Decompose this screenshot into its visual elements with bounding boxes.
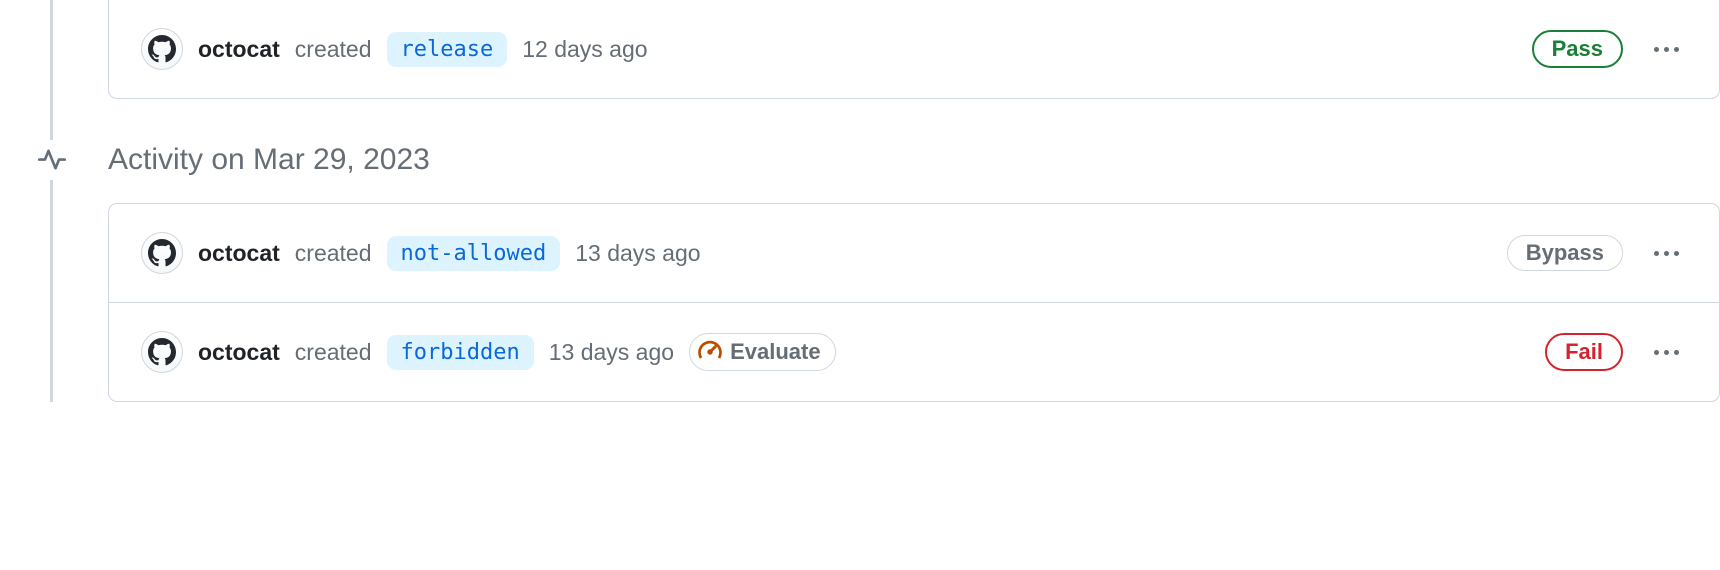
- gauge-icon: [698, 340, 722, 364]
- kebab-icon: [1664, 47, 1669, 52]
- row-actions: Bypass: [1507, 232, 1687, 274]
- kebab-menu-button[interactable]: [1645, 232, 1687, 274]
- kebab-icon: [1674, 350, 1679, 355]
- username-link[interactable]: octocat: [198, 339, 280, 366]
- kebab-icon: [1674, 47, 1679, 52]
- row-content: octocat created forbidden 13 days ago Ev…: [141, 331, 1545, 373]
- kebab-icon: [1654, 251, 1659, 256]
- row-content: octocat created release 12 days ago: [141, 28, 1532, 70]
- row-actions: Pass: [1532, 28, 1687, 70]
- activity-row: octocat created release 12 days ago Pass: [109, 0, 1719, 98]
- kebab-icon: [1664, 251, 1669, 256]
- activity-group: octocat created release 12 days ago Pass: [108, 0, 1720, 99]
- username-link[interactable]: octocat: [198, 240, 280, 267]
- status-badge-bypass: Bypass: [1507, 235, 1623, 271]
- avatar[interactable]: [141, 28, 183, 70]
- action-text: created: [295, 339, 372, 366]
- evaluate-label: Evaluate: [730, 339, 821, 365]
- kebab-icon: [1654, 350, 1659, 355]
- branch-tag[interactable]: forbidden: [387, 335, 534, 370]
- pulse-icon: [32, 140, 72, 180]
- activity-row: octocat created forbidden 13 days ago Ev…: [109, 303, 1719, 401]
- branch-tag[interactable]: release: [387, 32, 508, 67]
- kebab-icon: [1654, 47, 1659, 52]
- timestamp: 12 days ago: [522, 36, 647, 63]
- kebab-menu-button[interactable]: [1645, 28, 1687, 70]
- evaluate-badge[interactable]: Evaluate: [689, 333, 836, 371]
- activity-row: octocat created not-allowed 13 days ago …: [109, 204, 1719, 303]
- action-text: created: [295, 240, 372, 267]
- action-text: created: [295, 36, 372, 63]
- branch-tag[interactable]: not-allowed: [387, 236, 561, 271]
- status-badge-pass: Pass: [1532, 30, 1623, 68]
- timestamp: 13 days ago: [575, 240, 700, 267]
- status-badge-fail: Fail: [1545, 333, 1623, 371]
- timeline-line: [50, 0, 53, 402]
- row-actions: Fail: [1545, 331, 1687, 373]
- username-link[interactable]: octocat: [198, 36, 280, 63]
- date-header: Activity on Mar 29, 2023: [108, 143, 1720, 177]
- avatar[interactable]: [141, 331, 183, 373]
- avatar[interactable]: [141, 232, 183, 274]
- kebab-icon: [1664, 350, 1669, 355]
- row-content: octocat created not-allowed 13 days ago: [141, 232, 1507, 274]
- kebab-icon: [1674, 251, 1679, 256]
- activity-group: octocat created not-allowed 13 days ago …: [108, 203, 1720, 402]
- kebab-menu-button[interactable]: [1645, 331, 1687, 373]
- timestamp: 13 days ago: [549, 339, 674, 366]
